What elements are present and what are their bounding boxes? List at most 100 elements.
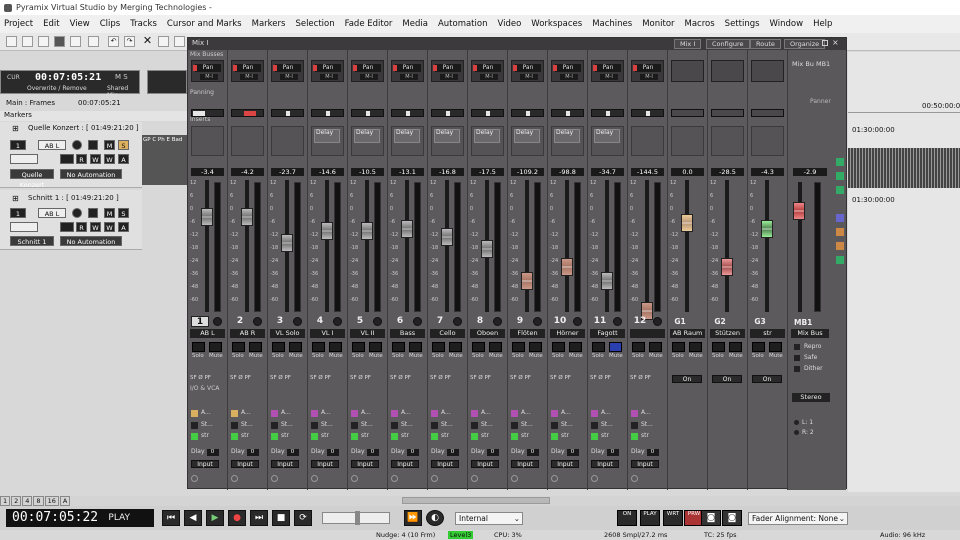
bus-assign[interactable]: Pan M-I [271,60,304,82]
trim-knob[interactable] [213,317,222,326]
auto-button[interactable]: A [118,222,129,232]
pan-button[interactable]: Pan [273,64,301,72]
fx-icon[interactable] [60,154,74,164]
mute-button[interactable] [609,342,622,352]
channel-name[interactable]: VL I [310,329,345,338]
pan-control[interactable] [511,109,544,117]
bus-mode[interactable]: M-I [600,74,618,80]
side-button[interactable] [836,172,844,180]
bus-mode[interactable]: M-I [200,74,218,80]
channel-fader[interactable] [601,272,613,290]
sf-phase-pf[interactable]: SF Ø PF [590,375,611,381]
mute-button[interactable] [289,342,302,352]
bus-assign[interactable]: Pan M-I [591,60,624,82]
group-number[interactable]: G2 [711,316,729,327]
close-icon[interactable]: × [832,38,839,47]
horizontal-scrollbar[interactable] [402,497,550,504]
pan-control[interactable] [391,109,424,117]
solo-button[interactable] [392,342,405,352]
vca-assign[interactable]: A... St... str [631,408,664,444]
pan-control[interactable] [551,109,584,117]
bus-mode[interactable]: M-I [320,74,338,80]
zoom-tab[interactable]: 2 [11,496,22,506]
sf-phase-pf[interactable]: SF Ø PF [470,375,491,381]
new-icon[interactable] [6,36,17,47]
record-arm-icon[interactable] [72,208,82,218]
trim-knob[interactable] [653,317,662,326]
insert-slot[interactable]: Delay [511,126,544,156]
solo-button[interactable] [192,342,205,352]
delay-setting[interactable]: Dlay 0 [551,448,579,456]
sf-phase-pf[interactable]: SF Ø PF [350,375,371,381]
maximize-icon[interactable] [822,40,828,46]
channel-fader[interactable] [281,234,293,252]
solo-button[interactable] [632,342,645,352]
zoom-tab[interactable]: 16 [44,496,59,506]
insert-slot[interactable]: Delay [391,126,424,156]
delay-value[interactable]: 0 [206,449,219,456]
copy-icon[interactable] [88,36,99,47]
vca-assign[interactable]: A... St... str [271,408,304,444]
zoom-tab[interactable]: A [59,496,71,506]
vca-assign[interactable]: A... St... str [471,408,504,444]
mute-button[interactable] [489,342,502,352]
solo-button[interactable] [472,342,485,352]
vca-assign[interactable]: A... St... str [351,408,384,444]
delay-value[interactable]: 0 [486,449,499,456]
pan-control[interactable] [351,109,384,117]
output-routing[interactable] [551,475,584,484]
loop-button[interactable]: ⟳ [294,510,312,526]
delay-plugin[interactable]: Delay [314,129,340,143]
channel-number[interactable]: 9 [511,316,529,327]
write-mode-button[interactable]: WRT [663,510,683,526]
solo-button[interactable] [312,342,325,352]
channel-number[interactable]: 11 [591,316,609,327]
bus-mode[interactable]: M-I [520,74,538,80]
mute-button[interactable] [729,342,742,352]
channel-fader[interactable] [521,272,533,290]
menu-video[interactable]: Video [497,19,521,29]
delay-value[interactable]: 0 [406,449,419,456]
touch-button[interactable]: W [104,154,115,164]
pan-control[interactable] [191,109,224,117]
safe-checkbox[interactable] [794,355,800,361]
tab-route[interactable]: Route [750,39,781,49]
menu-markers[interactable]: Markers [252,19,286,29]
solo-button[interactable] [512,342,525,352]
read-button[interactable]: R [76,222,87,232]
folder-icon[interactable] [38,36,49,47]
menu-project[interactable]: Project [4,19,33,29]
insert-slot[interactable] [631,126,664,156]
snapshot-icon[interactable]: ◙ [722,510,742,526]
pan-control[interactable] [231,109,264,117]
output-routing[interactable] [231,475,264,484]
trim-knob[interactable] [253,317,262,326]
menu-view[interactable]: View [70,19,90,29]
channel-number[interactable]: 5 [351,316,369,327]
camera-icon[interactable]: ◙ [701,510,721,526]
delay-setting[interactable]: Dlay 0 [351,448,379,456]
delay-value[interactable]: 0 [286,449,299,456]
pan-control[interactable] [471,109,504,117]
side-button[interactable] [836,228,844,236]
tab-organize[interactable]: Organize [784,39,826,49]
mute-button[interactable] [409,342,422,352]
vca-assign[interactable]: A... St... str [511,408,544,444]
group-name[interactable]: Stützen [710,329,745,338]
side-button[interactable] [836,256,844,264]
input-button[interactable]: Input [431,460,459,468]
group-number[interactable]: G1 [671,316,689,327]
group-name[interactable]: AB Raum [670,329,705,338]
channel-fader[interactable] [241,208,253,226]
delay-value[interactable]: 0 [446,449,459,456]
redo-icon[interactable]: ↷ [124,36,135,47]
delay-setting[interactable]: Dlay 0 [231,448,259,456]
fx-icon[interactable] [60,222,74,232]
pan-button[interactable]: Pan [553,64,581,72]
bus-assign[interactable]: Pan M-I [551,60,584,82]
sf-phase-pf[interactable]: SF Ø PF [430,375,451,381]
output-routing[interactable] [511,475,544,484]
bus-assign[interactable]: Pan M-I [431,60,464,82]
trim-knob[interactable] [373,317,382,326]
input-selector[interactable]: AB L [38,140,66,150]
